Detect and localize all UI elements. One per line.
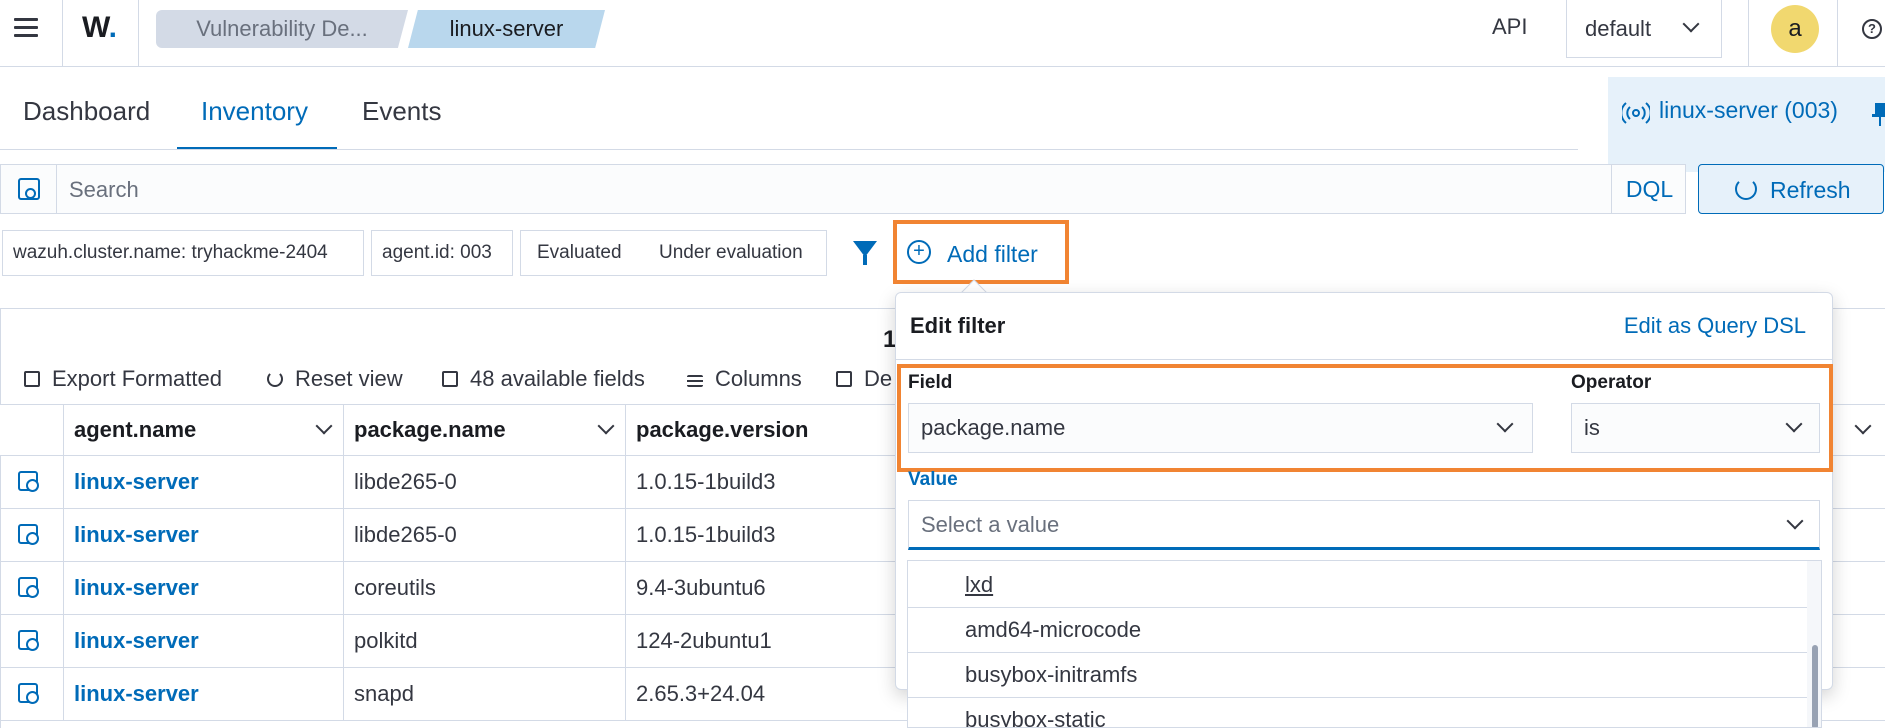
chevron-down-icon	[315, 417, 333, 435]
inspect-document-icon[interactable]	[18, 683, 39, 704]
cell-package-name: libde265-0	[343, 509, 625, 561]
dql-toggle[interactable]: DQL	[1611, 165, 1687, 213]
scrollbar[interactable]	[1807, 561, 1821, 727]
reset-label: Reset view	[295, 366, 403, 391]
filter-pill-cluster[interactable]: wazuh.cluster.name: tryhackme-2404	[2, 230, 364, 276]
inspect-document-icon[interactable]	[18, 524, 39, 545]
inspect-document-icon[interactable]	[18, 630, 39, 651]
cell-agent-name[interactable]: linux-server	[63, 456, 343, 508]
agent-selector[interactable]: linux-server (003)	[1608, 77, 1885, 172]
add-filter-label: Add filter	[947, 241, 1038, 267]
broadcast-icon	[1622, 102, 1650, 124]
column-title: package.version	[636, 417, 809, 442]
cell-package-name: snapd	[343, 668, 625, 720]
list-item[interactable]: busybox-static	[908, 698, 1808, 727]
saved-queries-button[interactable]	[1, 165, 57, 213]
value-combobox[interactable]: Select a value	[908, 500, 1820, 550]
cell-package-version: 1.0.15-1build3	[625, 509, 905, 561]
agent-selector-label: linux-server (003)	[1659, 97, 1838, 123]
divider	[62, 0, 63, 67]
table-density-icon	[836, 371, 852, 387]
tab-events[interactable]: Events	[362, 96, 442, 127]
search-input[interactable]: Search	[69, 177, 139, 203]
column-header-agent-name[interactable]: agent.name	[63, 405, 343, 455]
tabs-divider	[0, 149, 1578, 150]
value-label: Value	[908, 469, 958, 490]
inspect-document-icon[interactable]	[18, 577, 39, 598]
breadcrumb-linux-server[interactable]: linux-server	[408, 10, 605, 48]
breadcrumb-vulnerability[interactable]: Vulnerability De...	[156, 10, 408, 48]
refresh-icon	[1735, 178, 1757, 200]
filter-pill-agent-id[interactable]: agent.id: 003	[371, 230, 513, 276]
tenant-select[interactable]: default	[1566, 0, 1722, 58]
available-fields-button[interactable]: 48 available fields	[442, 366, 645, 392]
column-title: agent.name	[74, 417, 197, 442]
divider	[1837, 0, 1838, 67]
export-formatted-button[interactable]: Export Formatted	[24, 366, 222, 392]
tab-inventory[interactable]: Inventory	[201, 96, 308, 127]
value-options-list: lxd amd64-microcode busybox-initramfs bu…	[907, 560, 1822, 728]
cell-agent-name[interactable]: linux-server	[63, 615, 343, 667]
tenant-value: default	[1585, 16, 1652, 41]
save-icon	[18, 178, 40, 200]
value-placeholder: Select a value	[921, 512, 1060, 537]
avatar[interactable]: a	[1771, 5, 1819, 53]
chevron-down-icon	[1682, 15, 1700, 33]
wazuh-logo[interactable]: W.	[82, 11, 117, 45]
filter-under-evaluation[interactable]: Under evaluation	[659, 231, 803, 275]
column-header-package-name[interactable]: package.name	[343, 405, 625, 455]
filter-icon[interactable]	[853, 241, 877, 265]
help-icon[interactable]: ?	[1862, 19, 1882, 39]
filter-evaluated[interactable]: Evaluated	[537, 231, 622, 275]
edit-query-dsl-link[interactable]: Edit as Query DSL	[1624, 313, 1806, 339]
divider	[138, 0, 139, 67]
field-operator-highlight	[897, 364, 1833, 472]
chevron-down-icon[interactable]	[1854, 417, 1872, 435]
density-label: De	[864, 366, 893, 391]
api-link[interactable]: API	[1492, 14, 1527, 40]
cell-package-name: polkitd	[343, 615, 625, 667]
list-item[interactable]: busybox-initramfs	[908, 653, 1808, 698]
cell-package-version: 124-2ubuntu1	[625, 615, 905, 667]
refresh-label: Refresh	[1770, 177, 1851, 203]
pin-icon[interactable]	[1870, 101, 1885, 127]
cell-agent-name[interactable]: linux-server	[63, 668, 343, 720]
refresh-button[interactable]: Refresh	[1698, 164, 1884, 214]
columns-label: Columns	[715, 366, 802, 391]
top-header: W. Vulnerability De... linux-server API …	[0, 0, 1885, 67]
fields-icon	[442, 371, 458, 387]
list-item[interactable]: lxd	[908, 563, 1808, 608]
reset-icon	[267, 371, 283, 387]
divider	[896, 359, 1832, 360]
cell-package-name: libde265-0	[343, 456, 625, 508]
cell-package-version: 2.65.3+24.04	[625, 668, 905, 720]
chevron-down-icon	[1786, 512, 1804, 530]
chevron-down-icon	[597, 417, 615, 435]
cell-package-name: coreutils	[343, 562, 625, 614]
columns-button[interactable]: Columns	[687, 366, 802, 392]
inspect-document-icon[interactable]	[18, 471, 39, 492]
export-icon	[24, 371, 40, 387]
list-item[interactable]: amd64-microcode	[908, 608, 1808, 653]
plus-circle-icon: +	[907, 240, 931, 264]
evaluation-filter-group: Evaluated Under evaluation	[520, 230, 827, 276]
cell-agent-name[interactable]: linux-server	[63, 509, 343, 561]
cell-package-version: 1.0.15-1build3	[625, 456, 905, 508]
reset-view-button[interactable]: Reset view	[267, 366, 403, 392]
tab-dashboard[interactable]: Dashboard	[23, 96, 150, 127]
density-button[interactable]: De	[836, 366, 892, 392]
fields-label: 48 available fields	[470, 366, 645, 391]
column-title: package.name	[354, 417, 506, 442]
search-bar: Search DQL	[0, 164, 1686, 214]
menu-icon[interactable]	[12, 14, 40, 42]
list-icon	[687, 375, 703, 387]
divider	[1748, 0, 1749, 67]
column-header-package-version[interactable]: package.version	[625, 405, 905, 455]
cell-agent-name[interactable]: linux-server	[63, 562, 343, 614]
popover-title: Edit filter	[910, 313, 1006, 338]
cell-package-version: 9.4-3ubuntu6	[625, 562, 905, 614]
export-label: Export Formatted	[52, 366, 222, 391]
add-filter-button[interactable]: + Add filter	[893, 220, 1069, 284]
scrollbar-thumb[interactable]	[1812, 645, 1818, 727]
